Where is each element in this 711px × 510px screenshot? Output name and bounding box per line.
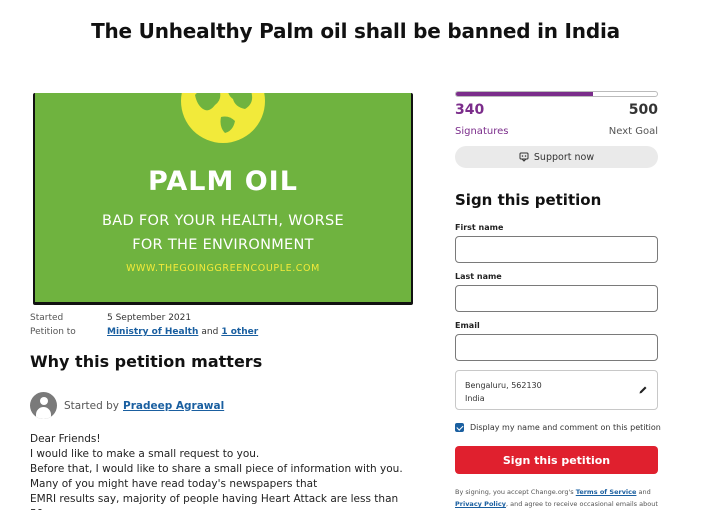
display-name-label: Display my name and comment on this peti… <box>470 423 661 432</box>
location-country: India <box>465 394 485 403</box>
sign-heading: Sign this petition <box>455 191 602 209</box>
story-line: I would like to make a small request to … <box>30 448 260 460</box>
support-now-button[interactable]: Support now <box>455 146 658 168</box>
decision-maker-link[interactable]: Ministry of Health <box>107 327 198 337</box>
last-name-label: Last name <box>455 272 502 281</box>
signature-progress-fill <box>456 92 593 96</box>
petition-story: Dear Friends! I would like to make a sma… <box>30 432 410 510</box>
image-subtitle-line: FOR THE ENVIRONMENT <box>132 237 314 253</box>
image-subtitle-line: BAD FOR YOUR HEALTH, WORSE <box>102 213 344 229</box>
author-row: Started by Pradeep Agrawal <box>30 392 224 419</box>
avatar <box>30 392 57 419</box>
other-decision-makers-link[interactable]: 1 other <box>221 327 258 337</box>
petition-image: PALM OIL BAD FOR YOUR HEALTH, WORSE FOR … <box>33 93 413 305</box>
signatures-label: Signatures <box>455 126 509 137</box>
and-text: and <box>201 327 219 337</box>
image-url-text: WWW.THEGOINGGREENCOUPLE.COM <box>126 263 320 274</box>
story-line: Many of you might have read today's news… <box>30 478 318 490</box>
location-field[interactable]: Bengaluru, 562130 India <box>455 370 658 410</box>
petition-meta: Started 5 September 2021 Petition to Min… <box>30 311 258 339</box>
legal-and: and <box>638 488 651 496</box>
location-city: Bengaluru, 562130 <box>465 381 542 390</box>
started-by-label: Started by <box>64 399 119 412</box>
megaphone-icon <box>519 152 529 162</box>
petition-to-label: Petition to <box>30 327 76 337</box>
story-line: Dear Friends! <box>30 433 101 445</box>
support-now-label: Support now <box>533 151 595 163</box>
pencil-icon[interactable] <box>638 385 648 395</box>
terms-of-service-link[interactable]: Terms of Service <box>576 488 637 496</box>
next-goal-label: Next Goal <box>608 126 658 137</box>
legal-text: By signing, you accept Change.org's Term… <box>455 486 665 510</box>
legal-suffix: , and agree to receive occasional emails… <box>505 500 658 508</box>
first-name-field[interactable] <box>455 236 658 263</box>
legal-prefix: By signing, you accept Change.org's <box>455 488 574 496</box>
started-label: Started <box>30 313 64 323</box>
story-line: Before that, I would like to share a sma… <box>30 463 403 475</box>
petition-title: The Unhealthy Palm oil shall be banned i… <box>91 19 620 43</box>
started-date: 5 September 2021 <box>107 313 192 323</box>
why-heading: Why this petition matters <box>30 352 263 371</box>
email-label: Email <box>455 321 480 330</box>
email-field[interactable] <box>455 334 658 361</box>
sign-petition-button[interactable]: Sign this petition <box>455 446 658 474</box>
first-name-label: First name <box>455 223 504 232</box>
signature-goal: 500 <box>628 102 658 118</box>
signature-count: 340 <box>455 102 485 118</box>
last-name-field[interactable] <box>455 285 658 312</box>
privacy-policy-link[interactable]: Privacy Policy <box>455 500 506 508</box>
image-title-text: PALM OIL <box>148 166 298 197</box>
display-name-checkbox-row[interactable]: Display my name and comment on this peti… <box>455 423 661 432</box>
story-line: EMRI results say, majority of people hav… <box>30 493 399 510</box>
display-name-checkbox[interactable] <box>455 423 464 432</box>
globe-icon <box>181 93 265 143</box>
author-link[interactable]: Pradeep Agrawal <box>123 400 224 412</box>
signature-progress-bar <box>455 91 658 97</box>
